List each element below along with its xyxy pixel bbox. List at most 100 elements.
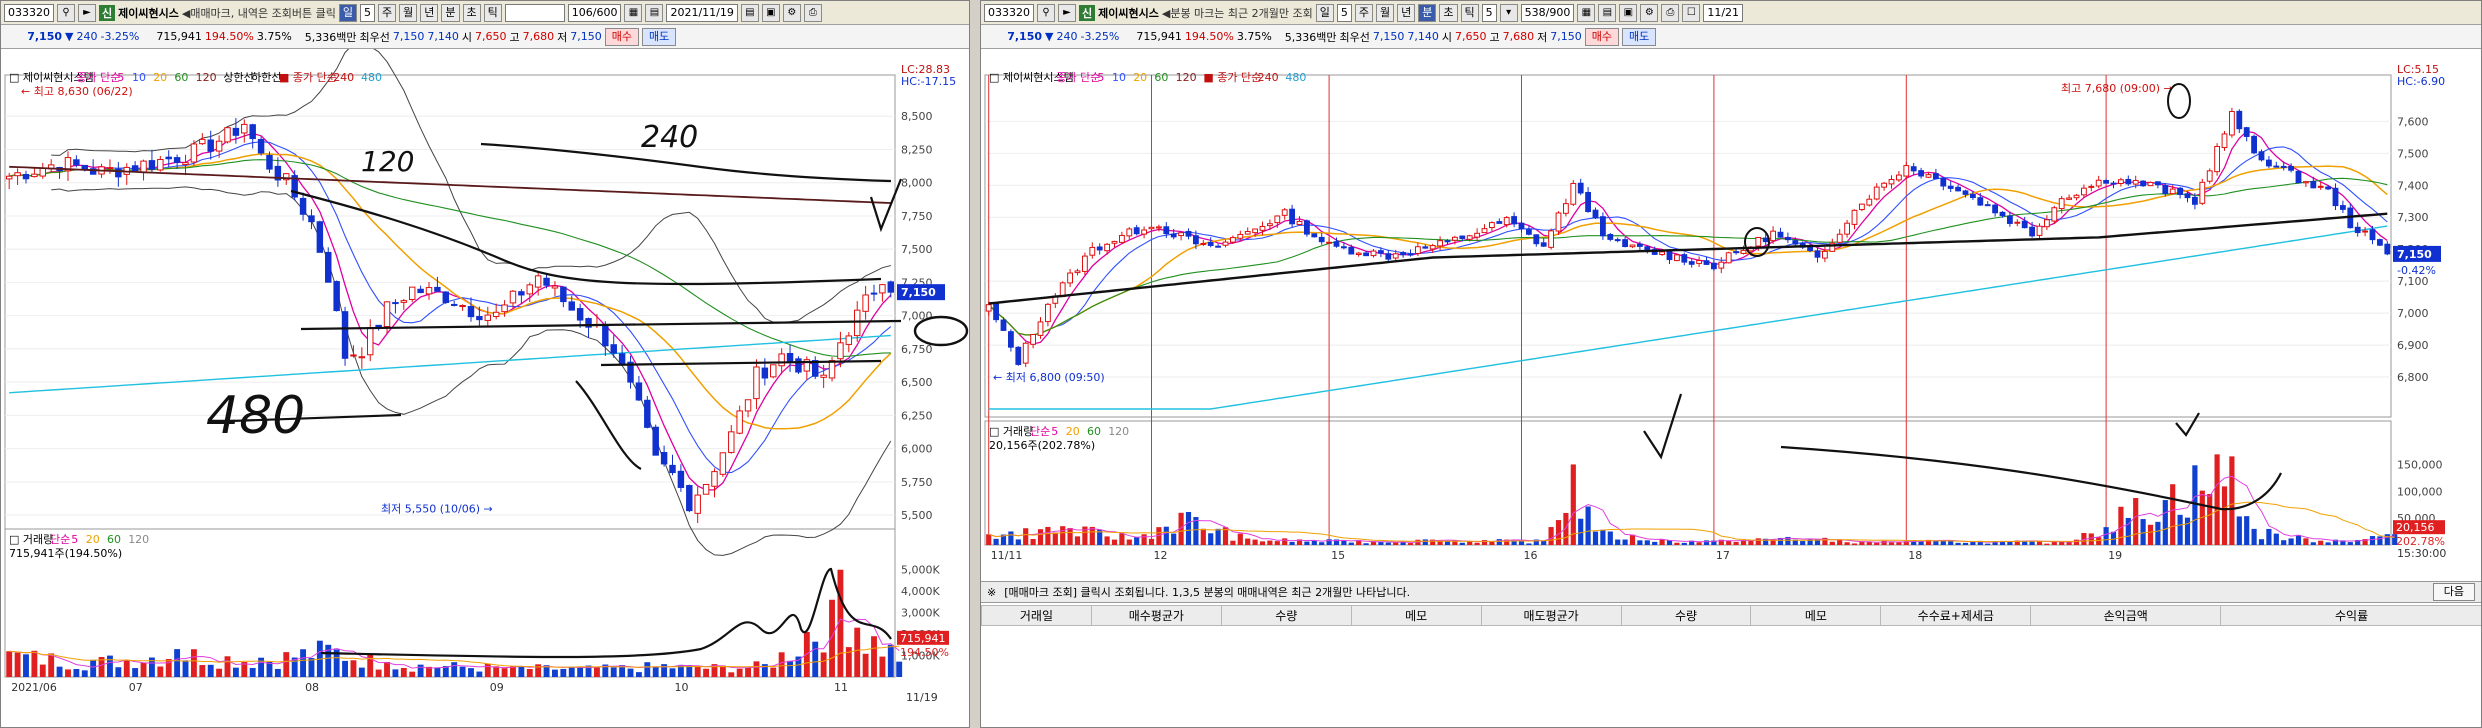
volume-bar	[1681, 542, 1687, 545]
data-count-field[interactable]: 106/600	[567, 3, 622, 22]
buy-button[interactable]: 매수	[1584, 27, 1620, 46]
gear-icon[interactable]: ⚙	[782, 3, 801, 22]
period-tick-button[interactable]: 틱	[1460, 3, 1479, 22]
candle-body	[1207, 242, 1214, 246]
period-minute-button[interactable]: 분	[441, 3, 460, 22]
calendar-icon[interactable]: ▤	[645, 3, 664, 22]
chevron-down-icon[interactable]: ▾	[1499, 3, 1518, 22]
sell-button[interactable]: 매도	[642, 27, 677, 46]
calendar-picker-icon[interactable]: ▤	[740, 3, 759, 22]
minute-mark-hint: ◀분봉 마크는 최근 2개월만 조회	[1161, 6, 1313, 20]
period-number-select[interactable]: 5	[360, 3, 375, 22]
volume-bar	[1422, 539, 1428, 545]
tick-count-select[interactable]	[504, 3, 565, 22]
grid-icon[interactable]: ▦	[624, 3, 643, 22]
volume-bar	[535, 664, 542, 677]
search-icon[interactable]: ⚲	[57, 3, 75, 22]
period-year-button[interactable]: 년	[1397, 3, 1416, 22]
candle-body	[1185, 230, 1192, 237]
gear-icon[interactable]: ⚙	[1640, 3, 1659, 22]
period-month-button[interactable]: 월	[1376, 3, 1395, 22]
volume-legend-item: 단순	[50, 533, 70, 546]
period-minute-button[interactable]: 분	[1418, 3, 1437, 22]
candle-body	[1562, 203, 1569, 214]
volume-bar	[2251, 528, 2257, 545]
volume-bar	[1074, 536, 1081, 545]
period-day-button[interactable]: 일	[1315, 3, 1334, 22]
minute-interval-select[interactable]: 5	[1481, 3, 1497, 22]
volume-bar	[795, 656, 802, 677]
turnover-rate: 3.75%	[256, 30, 292, 43]
calendar-icon[interactable]: ▤	[1598, 3, 1617, 22]
period-week-button[interactable]: 주	[378, 3, 397, 22]
speaker-icon[interactable]: ►	[78, 3, 96, 22]
candle-body	[1155, 226, 1162, 229]
period-day-button[interactable]: 일	[338, 3, 357, 22]
date-field[interactable]: 11/21	[1703, 3, 1744, 22]
stock-code-input[interactable]: 033320	[984, 3, 1034, 22]
x-tick-label: 18	[1908, 549, 1922, 562]
table-header-9: 수익률	[2220, 605, 2481, 626]
sell-button[interactable]: 매도	[1622, 27, 1657, 46]
volume-bar	[207, 664, 214, 677]
candle-body	[1274, 215, 1281, 224]
price-tick-label: 6,250	[901, 409, 933, 422]
volume-bar	[199, 665, 206, 677]
search-icon[interactable]: ⚲	[1037, 3, 1055, 22]
data-count-field[interactable]: 538/900	[1520, 3, 1575, 22]
daily-candle-chart[interactable]: 5,5005,7506,0006,2506,5006,7507,0007,250…	[1, 49, 970, 728]
stock-code-input[interactable]: 033320	[4, 3, 54, 22]
checkbox-icon[interactable]: ☐	[1682, 3, 1701, 22]
next-button[interactable]: 다음	[2432, 583, 2475, 601]
grid-icon[interactable]: ▦	[1577, 3, 1596, 22]
print-icon[interactable]: ⎙	[803, 3, 822, 22]
speaker-icon[interactable]: ►	[1058, 3, 1076, 22]
candle-body	[1266, 223, 1273, 227]
candle-body	[1955, 186, 1962, 192]
date-field[interactable]: 2021/11/19	[666, 3, 738, 22]
volume-bar	[2096, 537, 2102, 545]
volume-bar	[879, 656, 886, 677]
candle-body	[1089, 246, 1096, 256]
minute-candle-chart[interactable]: 6,8006,9007,0007,1007,2007,3007,4007,500…	[981, 49, 2482, 581]
candle-body	[1592, 209, 1599, 219]
candle-body	[1163, 226, 1170, 235]
volume-bar	[1119, 533, 1125, 545]
period-number-select[interactable]: 5	[1336, 3, 1352, 22]
candle-body	[308, 215, 315, 223]
volume-bar	[1267, 540, 1273, 545]
candle-body	[2206, 170, 2213, 182]
x-tick-label: 09	[490, 681, 504, 694]
price-tick-label: 5,750	[901, 476, 933, 489]
volume-tick-label: 100,000	[2397, 485, 2443, 498]
period-month-button[interactable]: 월	[399, 3, 418, 22]
volume-bar	[829, 599, 835, 677]
period-year-button[interactable]: 년	[420, 3, 439, 22]
volume-bar	[1208, 533, 1214, 545]
table-header-3: 메모	[1350, 605, 1482, 626]
save-icon[interactable]: ▣	[1619, 3, 1638, 22]
period-tick-button[interactable]: 틱	[483, 3, 502, 22]
period-week-button[interactable]: 주	[1354, 3, 1373, 22]
volume-bar	[1015, 539, 1021, 545]
period-second-button[interactable]: 초	[462, 3, 481, 22]
volume-bar	[1726, 540, 1732, 545]
credit-badge: 신	[1079, 4, 1096, 21]
buy-button[interactable]: 매수	[604, 27, 640, 46]
volume-legend-item: 120	[128, 533, 149, 546]
candle-body	[1607, 234, 1614, 240]
volume-bar	[1045, 526, 1051, 545]
save-icon[interactable]: ▣	[761, 3, 780, 22]
period-second-button[interactable]: 초	[1439, 3, 1458, 22]
candle-body	[2214, 145, 2221, 173]
volume-bar	[2377, 536, 2383, 545]
candle-body	[879, 284, 886, 294]
candle-body	[652, 426, 659, 456]
candle-body	[1777, 231, 1784, 238]
candle-body	[1718, 261, 1725, 269]
low-price: 7,150	[1550, 30, 1582, 43]
volume-bar	[871, 636, 877, 677]
print-icon[interactable]: ⎙	[1661, 3, 1680, 22]
candle-body	[1488, 222, 1495, 229]
volume-bar	[552, 669, 558, 677]
